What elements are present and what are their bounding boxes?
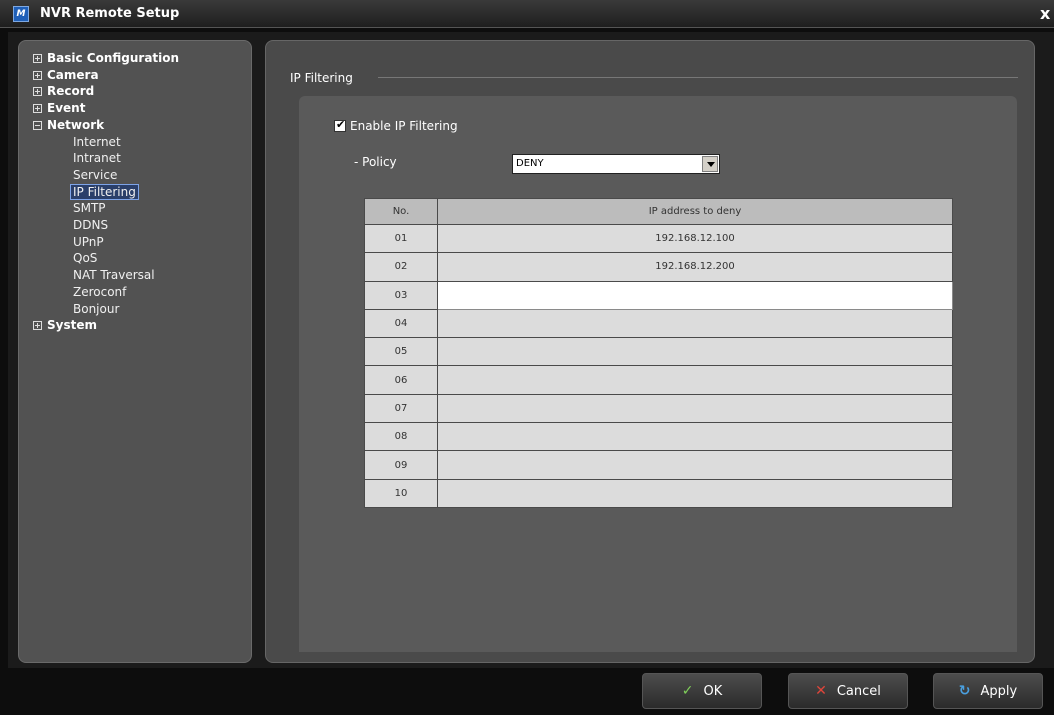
table-row: 04 bbox=[364, 308, 953, 339]
enable-ip-filtering-label: Enable IP Filtering bbox=[350, 119, 458, 133]
tree-item-label: SMTP bbox=[73, 201, 106, 216]
dropdown-arrow-icon[interactable] bbox=[702, 156, 718, 172]
table-row: 10 bbox=[364, 478, 953, 508]
tree-item-intranet[interactable]: Intranet bbox=[33, 150, 179, 167]
tree-item-label: Zeroconf bbox=[73, 284, 127, 299]
table-row: 09 bbox=[364, 450, 953, 480]
expand-icon[interactable] bbox=[33, 87, 42, 97]
tree-item-label: Bonjour bbox=[73, 301, 120, 316]
cancel-button-label: Cancel bbox=[836, 683, 881, 699]
tree-item-internet[interactable]: Internet bbox=[33, 134, 179, 151]
tree-item-zeroconf[interactable]: Zeroconf bbox=[33, 284, 179, 301]
row-number: 09 bbox=[364, 450, 438, 480]
tree-item-label: DDNS bbox=[73, 218, 109, 233]
expand-icon[interactable] bbox=[33, 70, 42, 80]
app-icon: M bbox=[13, 6, 29, 22]
ip-address-cell[interactable]: 192.168.12.200 bbox=[437, 252, 953, 282]
row-number: 10 bbox=[364, 478, 438, 508]
expand-icon[interactable] bbox=[33, 53, 42, 63]
tree-item-camera[interactable]: Camera bbox=[33, 67, 179, 84]
tree-item-label: Camera bbox=[47, 67, 99, 82]
row-number: 05 bbox=[364, 337, 438, 367]
ip-filter-table: No. IP address to deny 01 192.168.12.100… bbox=[364, 198, 953, 508]
tree-item-qos[interactable]: QoS bbox=[33, 250, 179, 267]
policy-select[interactable]: DENY bbox=[512, 154, 720, 174]
column-header-no: No. bbox=[364, 198, 438, 225]
ip-address-cell[interactable] bbox=[437, 450, 953, 480]
table-row: 03 bbox=[364, 280, 953, 310]
ip-address-cell[interactable] bbox=[437, 365, 953, 395]
navigation-panel: Basic Configuration Camera Record Event … bbox=[18, 40, 252, 663]
tree-item-label: System bbox=[47, 318, 97, 333]
row-number: 04 bbox=[364, 308, 438, 339]
tree-item-label: QoS bbox=[73, 251, 98, 266]
ip-address-cell[interactable] bbox=[437, 393, 953, 424]
tree-item-label: Record bbox=[47, 84, 95, 99]
apply-button[interactable]: ↻ Apply bbox=[933, 673, 1043, 709]
checkmark-icon: ✓ bbox=[681, 683, 694, 699]
ip-address-cell[interactable] bbox=[437, 422, 953, 452]
expand-icon[interactable] bbox=[33, 103, 42, 113]
tree-item-label: Service bbox=[73, 167, 118, 182]
title-bar: M NVR Remote Setup x bbox=[0, 0, 1054, 28]
ip-address-cell[interactable] bbox=[437, 478, 953, 508]
tree-item-nat-traversal[interactable]: NAT Traversal bbox=[33, 267, 179, 284]
section-divider bbox=[378, 77, 1018, 78]
ip-address-cell[interactable] bbox=[437, 308, 953, 339]
policy-value: DENY bbox=[516, 158, 544, 169]
table-row: 05 bbox=[364, 337, 953, 367]
tree-item-system[interactable]: System bbox=[33, 317, 179, 334]
tree-item-label: IP Filtering bbox=[70, 183, 139, 200]
close-button[interactable]: x bbox=[1040, 4, 1050, 23]
row-number: 02 bbox=[364, 252, 438, 282]
tree-item-smtp[interactable]: SMTP bbox=[33, 200, 179, 217]
tree-item-label: Basic Configuration bbox=[47, 51, 180, 65]
tree-item-label: Internet bbox=[73, 134, 121, 149]
ok-button-label: OK bbox=[703, 683, 723, 699]
tree-item-basic-configuration[interactable]: Basic Configuration bbox=[33, 50, 179, 67]
ip-address-cell[interactable] bbox=[437, 337, 953, 367]
tree-item-label: Event bbox=[47, 101, 86, 116]
row-number: 08 bbox=[364, 422, 438, 452]
tree-item-service[interactable]: Service bbox=[33, 167, 179, 184]
apply-button-label: Apply bbox=[980, 683, 1018, 699]
table-row: 02 192.168.12.200 bbox=[364, 252, 953, 282]
row-number: 01 bbox=[364, 223, 438, 254]
policy-label: - Policy bbox=[354, 155, 397, 169]
expand-icon[interactable] bbox=[33, 321, 42, 331]
collapse-icon[interactable] bbox=[33, 120, 42, 130]
tree-item-bonjour[interactable]: Bonjour bbox=[33, 301, 179, 318]
window-title: NVR Remote Setup bbox=[40, 6, 180, 21]
tree-item-label: Network bbox=[47, 117, 105, 132]
table-row: 07 bbox=[364, 393, 953, 424]
table-row: 01 192.168.12.100 bbox=[364, 223, 953, 254]
row-number: 03 bbox=[364, 280, 438, 310]
table-row: 06 bbox=[364, 365, 953, 395]
refresh-icon: ↻ bbox=[958, 683, 971, 699]
row-number: 07 bbox=[364, 393, 438, 424]
ok-button[interactable]: ✓ OK bbox=[642, 673, 762, 709]
row-number: 06 bbox=[364, 365, 438, 395]
ip-address-cell[interactable]: 192.168.12.100 bbox=[437, 223, 953, 254]
column-header-ip: IP address to deny bbox=[437, 198, 953, 225]
cross-icon: ✕ bbox=[815, 683, 827, 699]
tree-item-label: Intranet bbox=[73, 151, 121, 166]
tree-item-record[interactable]: Record bbox=[33, 83, 179, 100]
table-row: 08 bbox=[364, 422, 953, 452]
tree-item-ddns[interactable]: DDNS bbox=[33, 217, 179, 234]
ip-address-input[interactable] bbox=[437, 280, 953, 310]
settings-tree: Basic Configuration Camera Record Event … bbox=[33, 50, 179, 334]
tree-item-ip-filtering[interactable]: IP Filtering bbox=[33, 183, 179, 201]
tree-item-label: UPnP bbox=[73, 234, 104, 249]
tree-item-label: NAT Traversal bbox=[73, 268, 155, 283]
cancel-button[interactable]: ✕ Cancel bbox=[788, 673, 908, 709]
section-title: IP Filtering bbox=[290, 71, 353, 85]
tree-item-upnp[interactable]: UPnP bbox=[33, 234, 179, 251]
enable-ip-filtering-checkbox[interactable] bbox=[334, 118, 346, 132]
tree-item-event[interactable]: Event bbox=[33, 100, 179, 117]
tree-item-network[interactable]: Network bbox=[33, 117, 179, 134]
table-header-row: No. IP address to deny bbox=[364, 198, 953, 225]
